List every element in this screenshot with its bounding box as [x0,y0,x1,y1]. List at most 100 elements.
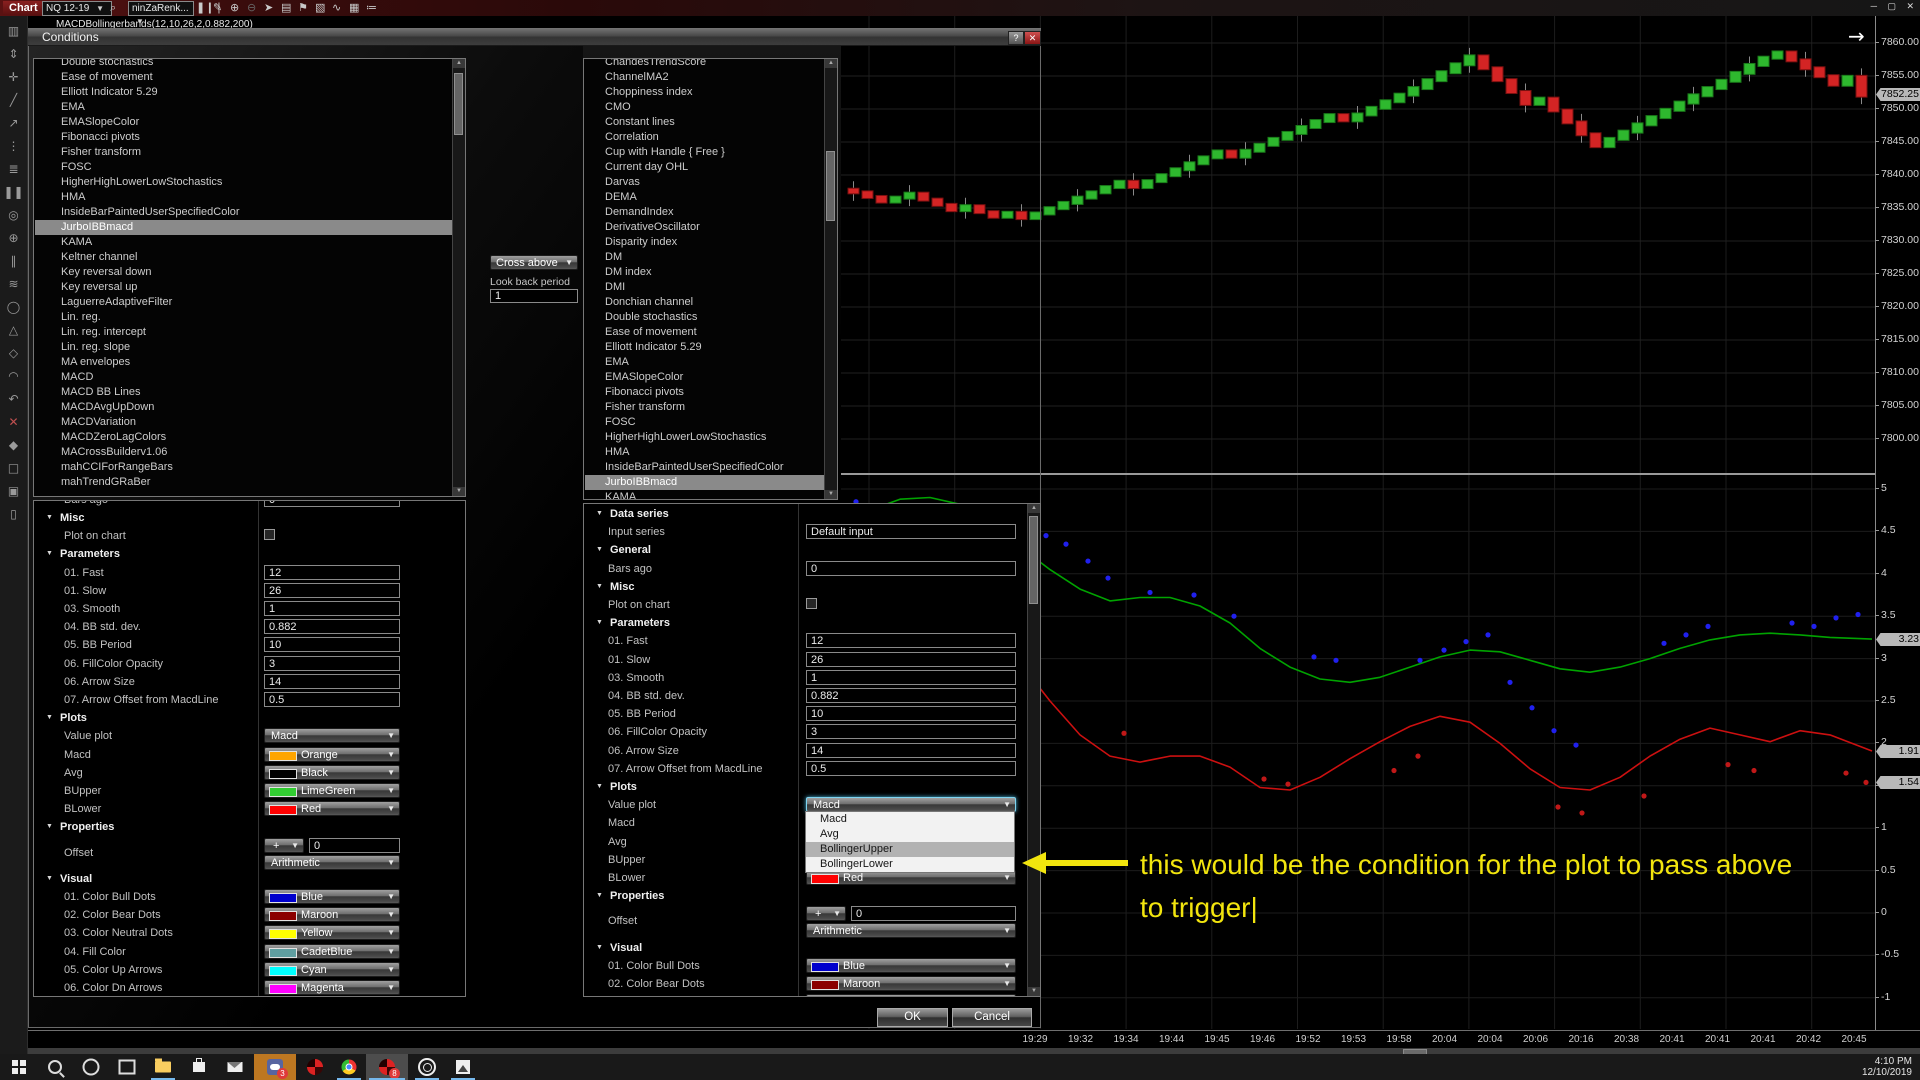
dialog-titlebar[interactable]: Conditions [28,28,1041,46]
list-item[interactable]: Elliott Indicator 5.29 [35,85,452,100]
list-item[interactable]: Cup with Handle { Free } [585,145,824,160]
list-item[interactable]: KAMA [585,490,824,500]
color-dropdown[interactable]: Red▼ [264,801,400,816]
color-dropdown[interactable]: Blue▼ [264,889,400,904]
list-item[interactable]: EMASlopeColor [35,115,452,130]
color-dropdown[interactable]: Magenta▼ [264,980,400,995]
panel-scrollbar[interactable]: ▲▼ [1027,504,1040,996]
param-input[interactable]: 1 [264,601,400,616]
file-explorer-icon[interactable] [148,1054,178,1080]
list-item[interactable]: MACD [35,370,452,385]
ok-button[interactable]: OK [877,1008,948,1027]
offset-operator-dropdown[interactable]: +▼ [264,838,304,853]
list-item[interactable]: HMA [35,190,452,205]
color-dropdown[interactable]: Maroon▼ [806,976,1016,991]
section-collapse-icon[interactable]: ▼ [596,619,603,626]
list-item[interactable]: Lin. reg. intercept [35,325,452,340]
dropdown-option[interactable]: BollingerUpper [806,842,1014,857]
list-item[interactable]: Constant lines [585,115,824,130]
param-input[interactable]: 10 [806,706,1016,721]
ninjatrader-icon[interactable] [300,1054,330,1080]
section-collapse-icon[interactable]: ▼ [596,510,603,517]
color-dropdown[interactable]: Yellow▼ [806,994,1016,997]
color-dropdown[interactable]: Orange▼ [264,747,400,762]
param-input[interactable]: Default input [806,524,1016,539]
list-item[interactable]: CMO [585,100,824,115]
list-item[interactable]: DEMA [585,190,824,205]
offset-mode-dropdown[interactable]: Arithmetic▼ [264,855,400,870]
section-collapse-icon[interactable]: ▼ [596,892,603,899]
list-item[interactable]: HigherHighLowerLowStochastics [35,175,452,190]
obs-icon[interactable] [412,1054,442,1080]
list-item[interactable]: Fisher transform [585,400,824,415]
color-dropdown[interactable]: Maroon▼ [264,907,400,922]
list-item[interactable]: mahCCIForRangeBars [35,460,452,475]
list-item[interactable]: JurboIBBmacd [35,220,452,235]
dropdown-option[interactable]: Macd [806,812,1014,827]
ninjatrader-active-icon[interactable]: 8 [366,1054,408,1080]
list-item[interactable]: Disparity index [585,235,824,250]
list-item[interactable]: MA envelopes [35,355,452,370]
help-button[interactable]: ? [1008,31,1024,45]
mail-icon[interactable] [220,1054,250,1080]
offset-operator-dropdown[interactable]: +▼ [806,906,846,921]
list-item[interactable]: JurboIBBmacd [585,475,824,490]
list-item[interactable]: EMASlopeColor [585,370,824,385]
checkbox[interactable] [806,598,817,609]
color-dropdown[interactable]: LimeGreen▼ [264,783,400,798]
start-button[interactable] [4,1054,34,1080]
color-dropdown[interactable]: CadetBlue▼ [264,944,400,959]
list-item[interactable]: DerivativeOscillator [585,220,824,235]
first-indicator-list[interactable]: Double stochasticsEase of movementElliot… [33,58,466,497]
checkbox[interactable] [264,529,275,540]
cortana-icon[interactable] [76,1054,106,1080]
list-item[interactable]: HigherHighLowerLowStochastics [585,430,824,445]
param-input[interactable]: 0 [264,501,400,507]
list-item[interactable]: Donchian channel [585,295,824,310]
list-item[interactable]: Ease of movement [35,70,452,85]
list-item[interactable]: MACD BB Lines [35,385,452,400]
param-input[interactable]: 3 [264,656,400,671]
param-input[interactable]: 0.5 [264,692,400,707]
scroll-up-icon[interactable]: ▲ [825,59,837,68]
list-item[interactable]: InsideBarPaintedUserSpecifiedColor [585,460,824,475]
look-back-input[interactable]: 1 [490,289,578,303]
section-collapse-icon[interactable]: ▼ [596,944,603,951]
list-item[interactable]: Darvas [585,175,824,190]
scroll-up-icon[interactable]: ▲ [1028,504,1040,513]
section-collapse-icon[interactable]: ▼ [596,583,603,590]
section-collapse-icon[interactable]: ▼ [46,550,53,557]
list-item[interactable]: HMA [585,445,824,460]
section-collapse-icon[interactable]: ▼ [596,546,603,553]
scroll-down-icon[interactable]: ▼ [453,487,465,496]
list-item[interactable]: LaguerreAdaptiveFilter [35,295,452,310]
second-indicator-list[interactable]: ChandesTrendScoreChannelMA2Choppiness in… [583,58,838,500]
list-item[interactable]: MACDVariation [35,415,452,430]
taskbar-clock[interactable]: 4:10 PM 12/10/2019 [1862,1056,1912,1078]
list-item[interactable]: Double stochastics [35,58,452,70]
list-item[interactable]: Key reversal up [35,280,452,295]
section-collapse-icon[interactable]: ▼ [46,714,53,721]
list-item[interactable]: Lin. reg. slope [35,340,452,355]
scroll-down-icon[interactable]: ▼ [1028,987,1040,996]
param-input[interactable]: 1 [806,670,1016,685]
param-input[interactable]: 26 [806,652,1016,667]
color-dropdown[interactable]: Black▼ [264,765,400,780]
value-plot-open-dropdown[interactable]: MacdAvgBollingerUpperBollingerLower [805,811,1015,873]
scrollbar-thumb[interactable] [454,73,463,135]
list-item[interactable]: Lin. reg. [35,310,452,325]
list-item[interactable]: MACDAvgUpDown [35,400,452,415]
param-input[interactable]: 12 [806,633,1016,648]
list-item[interactable]: mahTrendGRaBer [35,475,452,490]
list-item[interactable]: Current day OHL [585,160,824,175]
list-item[interactable]: DemandIndex [585,205,824,220]
list-item[interactable]: InsideBarPaintedUserSpecifiedColor [35,205,452,220]
list-item[interactable]: Fibonacci pivots [585,385,824,400]
param-input[interactable]: 0 [806,561,1016,576]
scrollbar-thumb[interactable] [826,151,835,221]
param-input[interactable]: 0.882 [806,688,1016,703]
list-item[interactable]: EMA [585,355,824,370]
store-icon[interactable] [184,1054,214,1080]
param-input[interactable]: 10 [264,637,400,652]
scrollbar-thumb[interactable] [1029,516,1038,604]
